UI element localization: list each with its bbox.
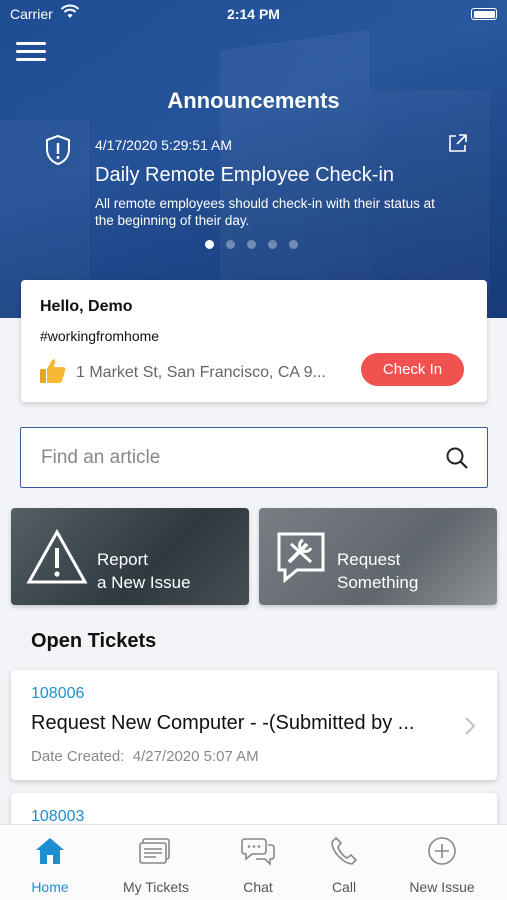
- chat-icon: [241, 838, 275, 866]
- greeting: Hello, Demo: [40, 298, 133, 315]
- bottom-tab-bar: Home My Tickets Chat Call New Issue: [0, 824, 507, 900]
- ticket-card[interactable]: 108006 Request New Computer - -(Submitte…: [11, 670, 497, 780]
- tab-label: Chat: [243, 879, 273, 895]
- home-icon: [36, 838, 64, 864]
- location-address: 1 Market St, San Francisco, CA 9...: [76, 364, 326, 381]
- carousel-dot[interactable]: [268, 240, 277, 249]
- tab-home[interactable]: Home: [0, 825, 100, 900]
- page-title: Announcements: [167, 88, 340, 113]
- status-bar: Carrier 2:14 PM: [0, 0, 507, 30]
- phone-icon: [331, 836, 358, 865]
- ticket-number[interactable]: 108006: [31, 685, 84, 703]
- tab-chat[interactable]: Chat: [212, 825, 304, 900]
- status-time: 2:14 PM: [227, 6, 280, 22]
- announcement-date: 4/17/2020 5:29:51 AM: [95, 137, 232, 153]
- chevron-right-icon: [465, 717, 476, 735]
- carousel-dot[interactable]: [289, 240, 298, 249]
- hamburger-menu-button[interactable]: [16, 42, 46, 64]
- status-hashtag: #workingfromhome: [40, 328, 160, 344]
- search-input[interactable]: Find an article: [41, 447, 160, 469]
- carousel-dot[interactable]: [247, 240, 256, 249]
- warning-icon: [26, 528, 88, 584]
- ticket-date-created: Date Created: 4/27/2020 5:07 AM: [31, 748, 259, 765]
- announcement-headline[interactable]: Daily Remote Employee Check-in: [95, 164, 394, 187]
- tab-label: Home: [31, 879, 69, 895]
- search-icon[interactable]: [445, 446, 469, 470]
- check-in-button[interactable]: Check In: [361, 353, 464, 386]
- check-in-card: Hello, Demo #workingfromhome 1 Market St…: [21, 280, 487, 402]
- tickets-icon: [139, 838, 170, 864]
- tile-label: Report a New Issue: [97, 550, 191, 592]
- report-issue-tile[interactable]: Report a New Issue: [11, 508, 249, 605]
- external-link-icon[interactable]: [448, 133, 468, 153]
- thumbs-up-icon: [40, 359, 66, 383]
- open-tickets-heading: Open Tickets: [31, 630, 157, 652]
- request-something-tile[interactable]: Request Something: [259, 508, 497, 605]
- tab-call[interactable]: Call: [304, 825, 384, 900]
- tools-icon: [277, 532, 325, 584]
- tab-label: Call: [331, 879, 357, 895]
- tab-label: My Tickets: [122, 879, 190, 895]
- ticket-subject: Request New Computer - -(Submitted by ..…: [31, 712, 415, 734]
- battery-icon: [471, 8, 497, 20]
- shield-alert-icon: [46, 134, 70, 166]
- carousel-page-dots[interactable]: [205, 240, 298, 249]
- tab-my-tickets[interactable]: My Tickets: [104, 825, 208, 900]
- tab-label: New Issue: [409, 879, 475, 895]
- article-search-bar[interactable]: Find an article: [20, 427, 488, 488]
- tab-new-issue[interactable]: New Issue: [392, 825, 492, 900]
- carousel-dot[interactable]: [205, 240, 214, 249]
- announcements-banner: [0, 0, 507, 318]
- tile-label: Request Something: [337, 550, 419, 592]
- carousel-dot[interactable]: [226, 240, 235, 249]
- announcement-body: All remote employees should check-in wit…: [95, 196, 435, 228]
- plus-circle-icon: [428, 837, 456, 865]
